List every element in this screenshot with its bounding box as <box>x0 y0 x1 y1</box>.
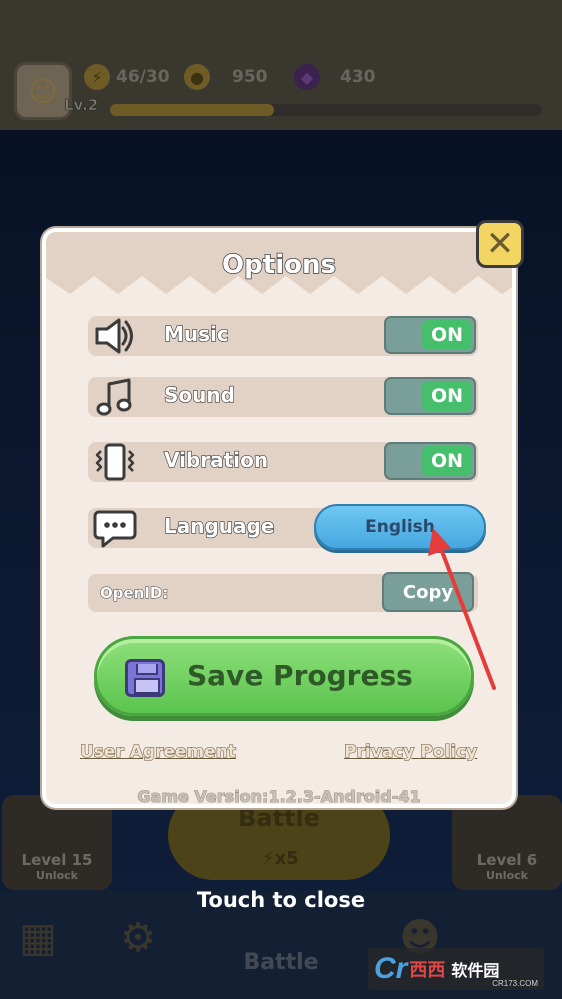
annotation-arrow <box>428 528 496 690</box>
watermark-logo: Cr 西西 软件园 CR173.COM <box>368 948 544 990</box>
watermark-url: CR173.COM <box>492 979 538 988</box>
watermark-site: 软件园 <box>451 963 500 980</box>
watermark-brand: 西西 <box>409 960 446 980</box>
watermark-mark: Cr <box>374 952 408 985</box>
